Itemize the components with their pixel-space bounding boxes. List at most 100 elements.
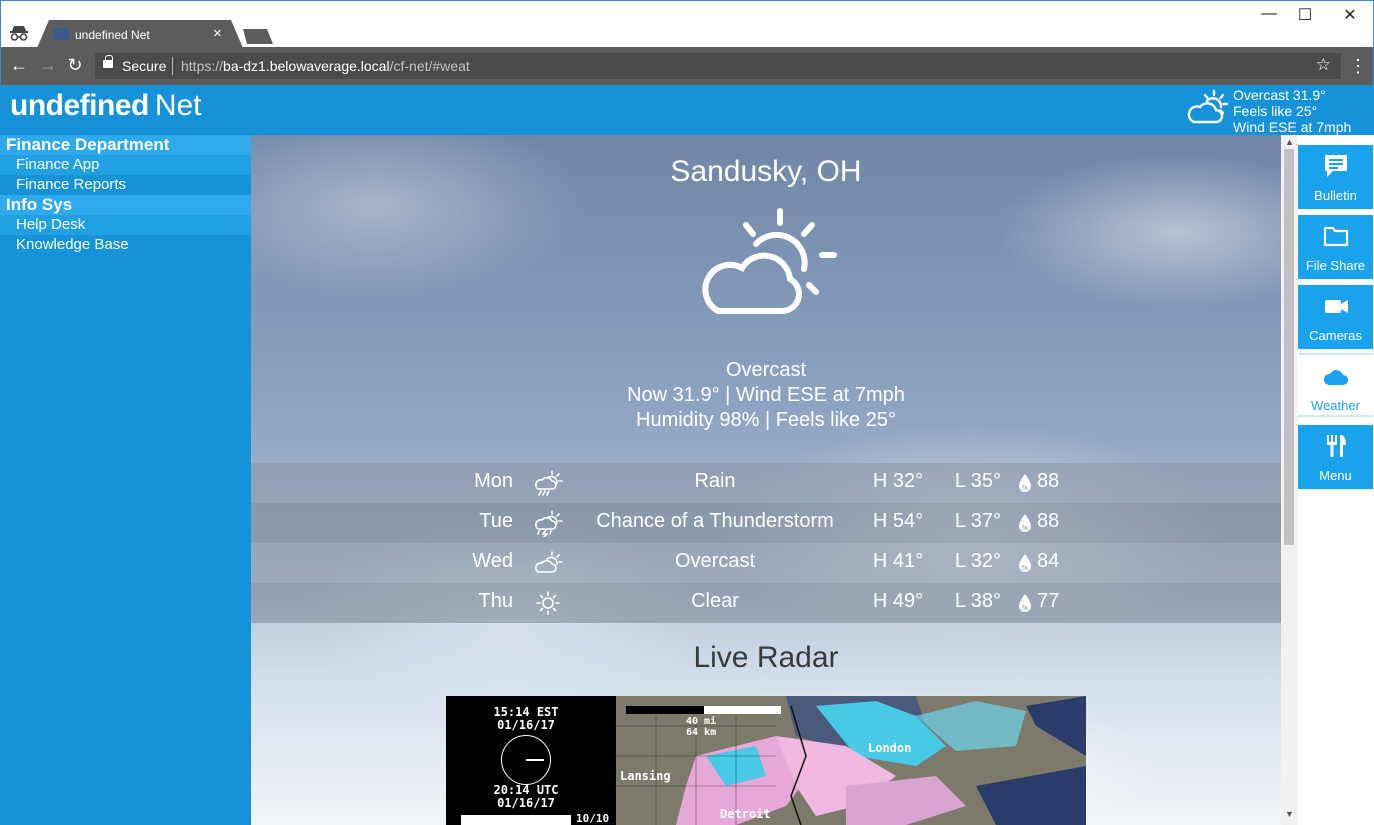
- svg-text:%: %: [1022, 484, 1029, 492]
- radar-date-local: 01/16/17: [497, 718, 555, 732]
- sidebar-section-info-sys[interactable]: Info Sys: [0, 195, 251, 215]
- forecast-day: Mon: [474, 470, 513, 492]
- right-rail: Bulletin File Share Cameras Weather Menu: [1297, 135, 1374, 825]
- tile-label: File Share: [1305, 258, 1366, 273]
- address-bar[interactable]: Secure https://ba-dz1.belowaverage.local…: [95, 53, 1341, 79]
- sidebar-item-help-desk[interactable]: Help Desk: [0, 215, 251, 235]
- forecast-precip: 84: [1037, 550, 1060, 572]
- condition-text: Overcast: [725, 359, 807, 381]
- app-header: undefined Net Overcast 31.9° Feels like 2…: [0, 85, 1374, 135]
- forecast-condition: Rain: [694, 470, 736, 492]
- header-weather-line: Feels like 25°: [1233, 103, 1318, 119]
- radar-frame-count: 10/10: [576, 812, 610, 825]
- rain-icon: [535, 470, 563, 496]
- city-title: Sandusky, OH: [670, 155, 862, 188]
- sidebar-section-finance[interactable]: Finance Department: [0, 135, 251, 155]
- forecast-low: L 38°: [954, 590, 1001, 612]
- sidebar-item-finance-reports[interactable]: Finance Reports: [0, 175, 251, 195]
- video-camera-icon: [1325, 300, 1348, 313]
- forecast-high: H 32°: [872, 470, 924, 492]
- close-window-button[interactable]: ✕: [1335, 5, 1365, 25]
- tab-title: undefined Net: [75, 28, 150, 42]
- browser-menu-button[interactable]: ⋮: [1349, 54, 1367, 78]
- url-text[interactable]: https://ba-dz1.belowaverage.local/cf-net…: [181, 58, 470, 74]
- tile-label: Menu: [1319, 468, 1352, 483]
- forecast-day: Thu: [478, 590, 513, 612]
- cloud-icon: [1323, 370, 1348, 385]
- raindrop-percent-icon: %: [1019, 594, 1031, 612]
- radar-image[interactable]: 15:14 EST 01/16/17 20:14 UTC 01/16/17 10…: [446, 696, 1086, 825]
- tile-bulletin[interactable]: Bulletin: [1298, 145, 1373, 209]
- sun-icon: [536, 591, 560, 615]
- now-line: Now 31.9° | Wind ESE at 7mph: [627, 384, 905, 406]
- tile-menu[interactable]: Menu: [1298, 425, 1373, 489]
- tile-file-share[interactable]: File Share: [1298, 215, 1373, 279]
- forecast-high: H 49°: [872, 590, 924, 612]
- radar-scale-km: 64 km: [686, 727, 717, 738]
- partly-cloudy-icon: [535, 551, 563, 573]
- forecast-day: Wed: [472, 550, 513, 572]
- browser-tab[interactable]: undefined Net ×: [37, 20, 243, 48]
- forecast-high: H 54°: [872, 510, 924, 532]
- back-button[interactable]: ←: [9, 55, 29, 75]
- scroll-down-arrow-icon[interactable]: ▼: [1285, 809, 1294, 819]
- reload-button[interactable]: ↻: [65, 55, 85, 75]
- maximize-button[interactable]: ☐: [1290, 5, 1320, 25]
- forecast-condition: Chance of a Thunderstorm: [596, 510, 834, 532]
- minimize-button[interactable]: —: [1254, 5, 1284, 23]
- forecast-row: Tue Chance of a Thunderstorm H 54° L 37°…: [251, 503, 1281, 543]
- weather-panel: Sandusky, OH Overcast Now 31.9° | Wind E…: [251, 135, 1281, 825]
- svg-text:%: %: [1022, 604, 1029, 612]
- lock-icon: [103, 55, 113, 68]
- forecast-precip: 88: [1037, 470, 1060, 492]
- clock-icon: [501, 735, 551, 785]
- thunderstorm-icon: [535, 510, 563, 537]
- forecast-low: L 35°: [954, 470, 1001, 492]
- header-weather-widget[interactable]: Overcast 31.9° Feels like 25° Wind ESE a…: [1186, 87, 1372, 135]
- tab-close-button[interactable]: ×: [213, 25, 222, 42]
- url-scheme: https://: [181, 58, 224, 74]
- tile-label: Bulletin: [1314, 188, 1357, 203]
- scroll-up-arrow-icon[interactable]: ▲: [1285, 137, 1294, 147]
- tile-weather[interactable]: Weather: [1298, 353, 1373, 417]
- forecast-low: L 32°: [954, 550, 1001, 572]
- forecast-table: Mon Rain H 32° L 35° % 88 Tue Chance of …: [251, 463, 1281, 623]
- secure-label: Secure: [122, 58, 167, 74]
- current-conditions: Overcast Now 31.9° | Wind ESE at 7mph Hu…: [251, 358, 1281, 433]
- humidity-line: Humidity 98% | Feels like 25°: [636, 409, 896, 431]
- folder-icon: [1323, 226, 1349, 247]
- bookmark-star-icon[interactable]: ☆: [1316, 55, 1331, 75]
- raindrop-percent-icon: %: [1019, 474, 1031, 492]
- chat-icon: [1325, 155, 1347, 177]
- url-path: /cf-net/#weat: [389, 58, 470, 74]
- brand-bold: undefined: [10, 89, 149, 122]
- sidebar-item-knowledge-base[interactable]: Knowledge Base: [0, 235, 251, 255]
- sidebar-item-finance-app[interactable]: Finance App: [0, 155, 251, 175]
- forecast-condition: Overcast: [674, 550, 756, 572]
- brand-light: Net: [154, 89, 202, 122]
- radar-scale-mi: 40 mi: [686, 716, 717, 727]
- left-sidebar: Finance Department Finance App Finance R…: [0, 135, 251, 825]
- forecast-low: L 37°: [954, 510, 1001, 532]
- radar-date-utc: 01/16/17: [497, 796, 555, 810]
- radar-progress-bar: [461, 815, 571, 825]
- partly-cloudy-icon: [1187, 89, 1229, 124]
- forward-button[interactable]: →: [38, 55, 58, 75]
- forecast-row: Wed Overcast H 41° L 32° % 84: [251, 543, 1281, 583]
- scrollbar-thumb[interactable]: [1284, 149, 1294, 545]
- page-scrollbar[interactable]: ▲ ▼: [1281, 135, 1297, 825]
- forecast-row: Mon Rain H 32° L 35° % 88: [251, 463, 1281, 503]
- forecast-high: H 41°: [872, 550, 924, 572]
- svg-text:%: %: [1022, 524, 1029, 532]
- tile-cameras[interactable]: Cameras: [1298, 285, 1373, 349]
- svg-text:%: %: [1022, 564, 1029, 572]
- forecast-row: Thu Clear H 49° L 38° % 77: [251, 583, 1281, 623]
- browser-titlebar: undefined Net × — ☐ ✕: [0, 0, 1374, 48]
- radar-city-label: Detroit: [720, 807, 771, 821]
- browser-toolbar: ← → ↻ Secure https://ba-dz1.belowaverage…: [0, 47, 1374, 85]
- brand-logo[interactable]: undefined Net: [10, 89, 202, 123]
- new-tab-button[interactable]: [243, 29, 273, 44]
- header-weather-lines: Overcast 31.9° Feels like 25° Wind ESE a…: [1233, 87, 1351, 135]
- radar-title: Live Radar: [693, 641, 839, 674]
- raindrop-percent-icon: %: [1019, 554, 1031, 572]
